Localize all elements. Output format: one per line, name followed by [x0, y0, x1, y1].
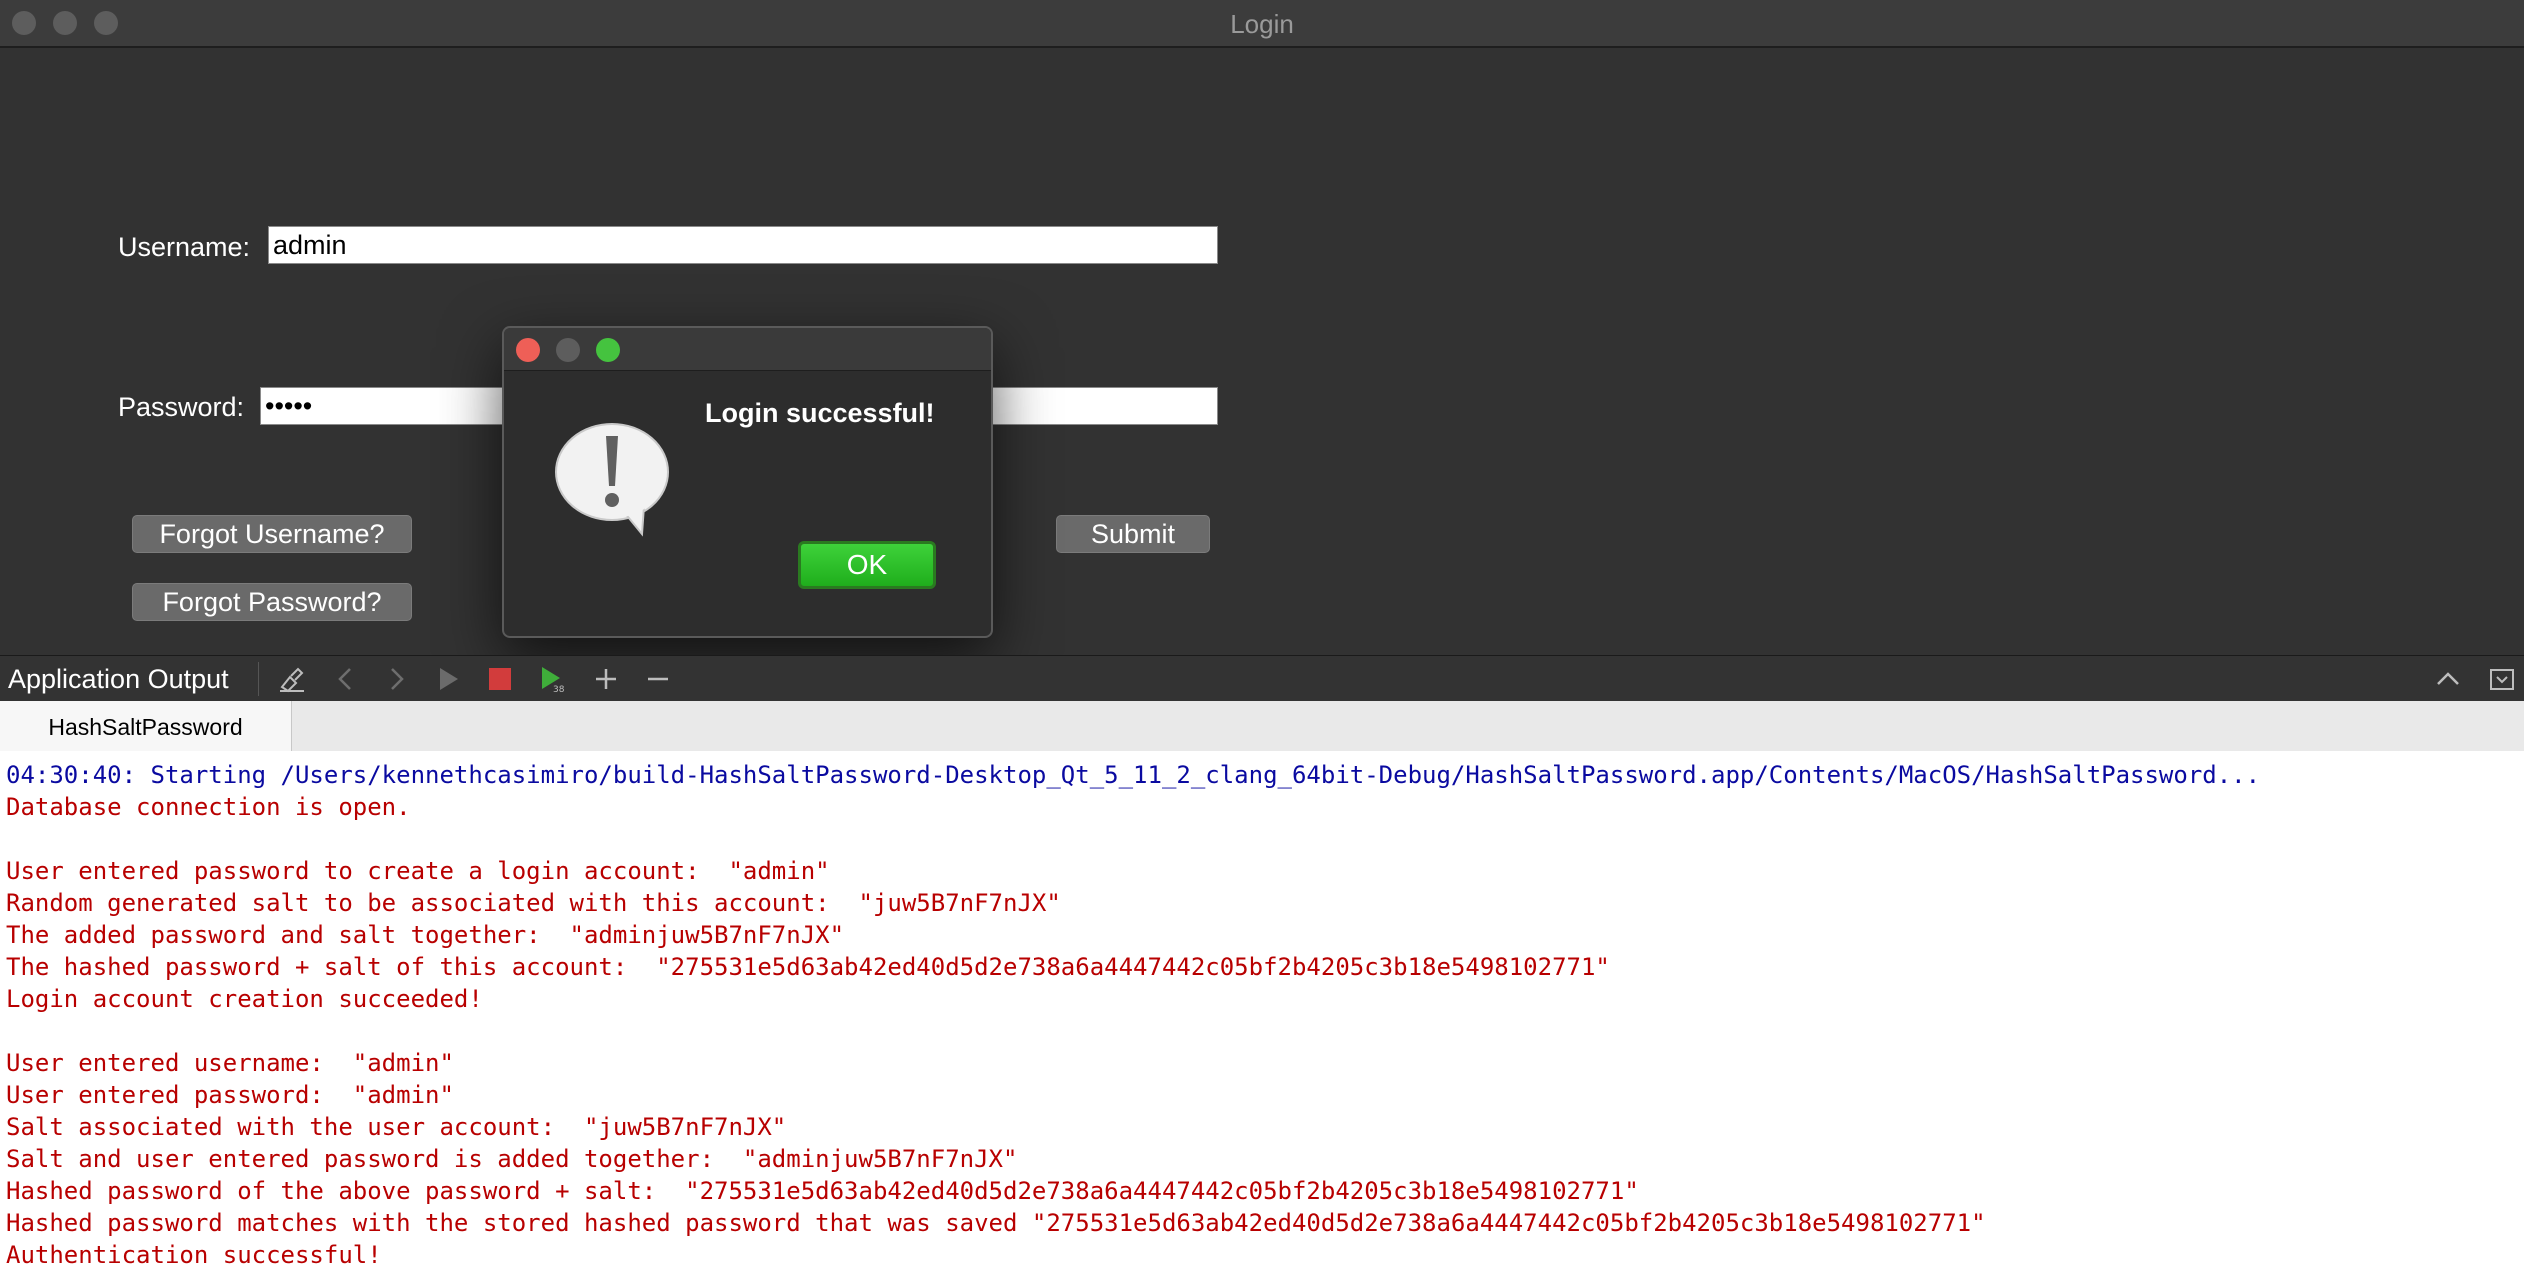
log-line: Hashed password matches with the stored … [6, 1209, 1986, 1237]
dialog-zoom-button[interactable] [596, 338, 620, 362]
dialog-message: Login successful! [705, 398, 935, 428]
forgot-password-button[interactable]: Forgot Password? [132, 583, 412, 621]
close-pane-icon[interactable] [2486, 663, 2518, 695]
output-pane-title: Application Output [8, 664, 229, 694]
log-line: Random generated salt to be associated w… [6, 889, 1061, 917]
output-toolbar: Application Output 38 [0, 655, 2524, 702]
window-title: Login [1230, 9, 1294, 39]
log-line: Login account creation succeeded! [6, 985, 483, 1013]
log-line: 04:30:40: Starting /Users/kennethcasimir… [6, 761, 2261, 789]
ok-button[interactable]: OK [798, 541, 936, 589]
output-tab-strip: HashSaltPassword [0, 701, 2524, 752]
log-line: Salt and user entered password is added … [6, 1145, 1018, 1173]
zoom-in-icon[interactable] [590, 663, 622, 695]
forgot-username-button[interactable]: Forgot Username? [132, 515, 412, 553]
log-line: User entered password: "admin" [6, 1081, 454, 1109]
dialog-close-button[interactable] [516, 338, 540, 362]
output-text-area[interactable]: 04:30:40: Starting /Users/kennethcasimir… [0, 751, 2524, 1286]
alert-exclamation-icon [555, 423, 669, 537]
log-line: User entered password to create a login … [6, 857, 830, 885]
log-line: Authentication successful! [6, 1241, 382, 1269]
run-icon[interactable] [432, 663, 464, 695]
log-line: The hashed password + salt of this accou… [6, 953, 1610, 981]
dialog-titlebar [504, 328, 991, 371]
log-line: The added password and salt together: "a… [6, 921, 845, 949]
chevron-left-icon[interactable] [330, 663, 362, 695]
window-titlebar: Login [0, 0, 2524, 48]
log-line: Database connection is open. [6, 793, 411, 821]
dialog-minimize-button[interactable] [556, 338, 580, 362]
zoom-out-icon[interactable] [642, 663, 674, 695]
password-label: Password: [118, 392, 245, 422]
log-line: User entered username: "admin" [6, 1049, 454, 1077]
svg-text:38: 38 [553, 685, 565, 695]
stop-icon[interactable] [484, 663, 516, 695]
log-line: Salt associated with the user account: "… [6, 1113, 787, 1141]
username-label: Username: [118, 232, 251, 262]
chevron-up-icon[interactable] [2432, 663, 2464, 695]
submit-button[interactable]: Submit [1056, 515, 1210, 553]
log-line: Hashed password of the above password + … [6, 1177, 1639, 1205]
login-window: Login Username: admin Password: ••••• Fo… [0, 0, 2524, 655]
tab-hashsaltpassword[interactable]: HashSaltPassword [0, 701, 292, 751]
chevron-right-icon[interactable] [380, 663, 412, 695]
toolbar-divider [258, 662, 259, 696]
username-input[interactable]: admin [268, 226, 1218, 264]
login-success-dialog: Login successful! OK [502, 326, 993, 638]
clear-output-icon[interactable] [276, 663, 308, 695]
run-debug-icon[interactable]: 38 [536, 663, 568, 695]
